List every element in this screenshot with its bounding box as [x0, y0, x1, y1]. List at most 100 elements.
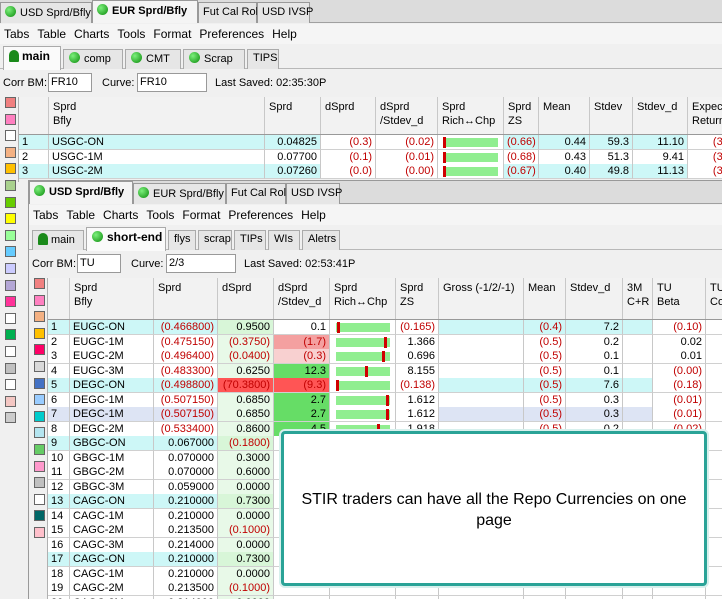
tu-co-value[interactable]: [706, 320, 722, 335]
tu-beta-value[interactable]: (0.01): [653, 407, 706, 422]
table-row[interactable]: 1 EUGC-ON (0.466800) 0.9500 0.1 (0.165) (0.4) 7…: [48, 320, 722, 335]
zscore-value[interactable]: 1.366: [396, 334, 439, 350]
table-row[interactable]: 20CAGC-3M0.2140000.0000: [48, 595, 722, 599]
tu-co-value[interactable]: [706, 363, 722, 379]
carry-roll-value[interactable]: [623, 378, 653, 393]
color-swatch[interactable]: [5, 229, 16, 241]
dspread-value[interactable]: 0.0000: [218, 479, 274, 495]
dspread-value[interactable]: (0.1800): [218, 436, 274, 451]
row-name[interactable]: CAGC-1M: [70, 508, 154, 524]
dspread-stdev-value[interactable]: (0.02): [376, 135, 438, 150]
table-row[interactable]: 3 EUGC-2M (0.496400) (0.0400) (0.3) 0.696 (0.5…: [48, 349, 722, 364]
window-tab[interactable]: Fut Cal Roll: [226, 183, 288, 204]
menu-item[interactable]: Format: [149, 24, 195, 41]
spread-value[interactable]: (0.496400): [154, 349, 218, 364]
dspread-stdev-value[interactable]: (1.7): [274, 334, 330, 350]
row-name[interactable]: EUGC-ON: [70, 320, 154, 335]
mean-value[interactable]: (0.5): [524, 378, 566, 393]
carry-roll-value[interactable]: [623, 595, 653, 599]
dspread-value[interactable]: 0.0000: [218, 595, 274, 599]
zscore-value[interactable]: 1.612: [396, 407, 439, 422]
menu-item[interactable]: Charts: [70, 24, 113, 41]
row-name[interactable]: CAGC-1M: [70, 566, 154, 582]
row-number[interactable]: 2: [19, 149, 49, 165]
column-header[interactable]: Sprd Bfly: [70, 278, 154, 319]
dspread-value[interactable]: 0.0000: [218, 508, 274, 524]
spread-value[interactable]: 0.214000: [154, 537, 218, 553]
row-name[interactable]: GBGC-1M: [70, 450, 154, 466]
tu-beta-value[interactable]: 0.01: [653, 349, 706, 364]
menu-item[interactable]: Help: [297, 205, 330, 222]
color-swatch[interactable]: [34, 444, 45, 455]
spread-value[interactable]: 0.214000: [154, 595, 218, 599]
color-swatch[interactable]: [5, 246, 16, 258]
tu-co-value[interactable]: [706, 537, 722, 553]
window-tab[interactable]: USD IVSP: [257, 2, 313, 23]
row-number[interactable]: 15: [48, 523, 70, 538]
column-header[interactable]: 3M C+R: [623, 278, 653, 319]
row-name[interactable]: CAGC-ON: [70, 494, 154, 509]
color-swatch[interactable]: [5, 163, 16, 175]
spread-value[interactable]: 0.070000: [154, 465, 218, 480]
row-number[interactable]: 1: [48, 320, 70, 335]
spread-value[interactable]: 0.210000: [154, 552, 218, 567]
color-swatch[interactable]: [5, 412, 16, 424]
spread-value[interactable]: 0.07260: [265, 164, 321, 179]
sheet-tab[interactable]: main: [3, 46, 61, 70]
menu-item[interactable]: Tabs: [0, 24, 33, 41]
spread-value[interactable]: 0.07700: [265, 149, 321, 165]
zscore-value[interactable]: (0.66): [504, 135, 539, 150]
dspread-value[interactable]: 0.0000: [218, 566, 274, 582]
sheet-tab[interactable]: TIPs: [234, 230, 266, 250]
rich-cheap-bar[interactable]: [330, 363, 396, 379]
dspread-stdev-value[interactable]: (0.01): [376, 149, 438, 165]
window-tab[interactable]: EUR Sprd/Bfly: [133, 183, 226, 204]
spread-value[interactable]: 0.070000: [154, 450, 218, 466]
mean-value[interactable]: (0.5): [524, 392, 566, 408]
rich-cheap-bar[interactable]: [438, 149, 504, 165]
spread-value[interactable]: 0.067000: [154, 436, 218, 451]
menu-item[interactable]: Tools: [113, 24, 149, 41]
dspread-value[interactable]: 0.0000: [218, 537, 274, 553]
tu-co-value[interactable]: [706, 378, 722, 393]
color-swatch[interactable]: [5, 346, 16, 357]
row-number[interactable]: 16: [48, 537, 70, 553]
carry-roll-value[interactable]: [623, 349, 653, 364]
gross-value[interactable]: [439, 407, 524, 422]
spread-value[interactable]: 0.059000: [154, 479, 218, 495]
dspread-value[interactable]: (0.1000): [218, 581, 274, 596]
window-tab[interactable]: USD IVSP: [286, 183, 342, 204]
carry-roll-value[interactable]: [623, 334, 653, 350]
carry-roll-value[interactable]: [623, 392, 653, 408]
dspread-value[interactable]: 0.7300: [218, 552, 274, 567]
stdev-d-value[interactable]: 9.41: [633, 149, 688, 165]
spread-value[interactable]: (0.498800): [154, 378, 218, 393]
stdev-d-value[interactable]: 0.3: [566, 407, 623, 422]
tu-co-value[interactable]: [706, 334, 722, 350]
tu-co-value[interactable]: [706, 566, 722, 582]
table-row[interactable]: 2 EUGC-1M (0.475150) (0.3750) (1.7) 1.366 (0.5…: [48, 334, 722, 350]
menu-item[interactable]: Charts: [99, 205, 142, 222]
sheet-tab[interactable]: TIPS: [247, 49, 279, 69]
dspread-value[interactable]: 0.8600: [218, 421, 274, 437]
color-swatch[interactable]: [34, 493, 45, 505]
dspread-stdev-value[interactable]: 0.1: [274, 320, 330, 335]
table-row[interactable]: 4 EUGC-3M (0.483300) 0.6250 12.3 8.155 (0.5) 0.…: [48, 363, 722, 379]
spread-value[interactable]: 0.213500: [154, 523, 218, 538]
color-swatch[interactable]: [34, 294, 45, 306]
table-row[interactable]: 1 USGC-ON 0.04825 (0.3) (0.02) (0.66) 0.44 59.3…: [19, 135, 722, 150]
row-number[interactable]: 5: [48, 378, 70, 393]
tu-co-value[interactable]: [706, 552, 722, 567]
column-header[interactable]: Gross (-1/2/-1): [439, 278, 524, 319]
rich-cheap-bar[interactable]: [438, 135, 504, 150]
column-header[interactable]: dSprd /Stdev_d: [376, 97, 438, 134]
column-header[interactable]: Expected Return: [688, 97, 722, 134]
corr-bm-input[interactable]: TU: [77, 254, 121, 273]
dspread-value[interactable]: 0.6850: [218, 407, 274, 422]
mean-value[interactable]: 0.40: [539, 164, 590, 179]
column-header[interactable]: Sprd Rich↔Chp: [330, 278, 396, 319]
stdev-d-value[interactable]: 0.3: [566, 392, 623, 408]
sheet-tab[interactable]: Aletrs: [302, 230, 340, 250]
row-number[interactable]: 3: [19, 164, 49, 179]
expected-return-value[interactable]: (33.1: [688, 164, 722, 179]
